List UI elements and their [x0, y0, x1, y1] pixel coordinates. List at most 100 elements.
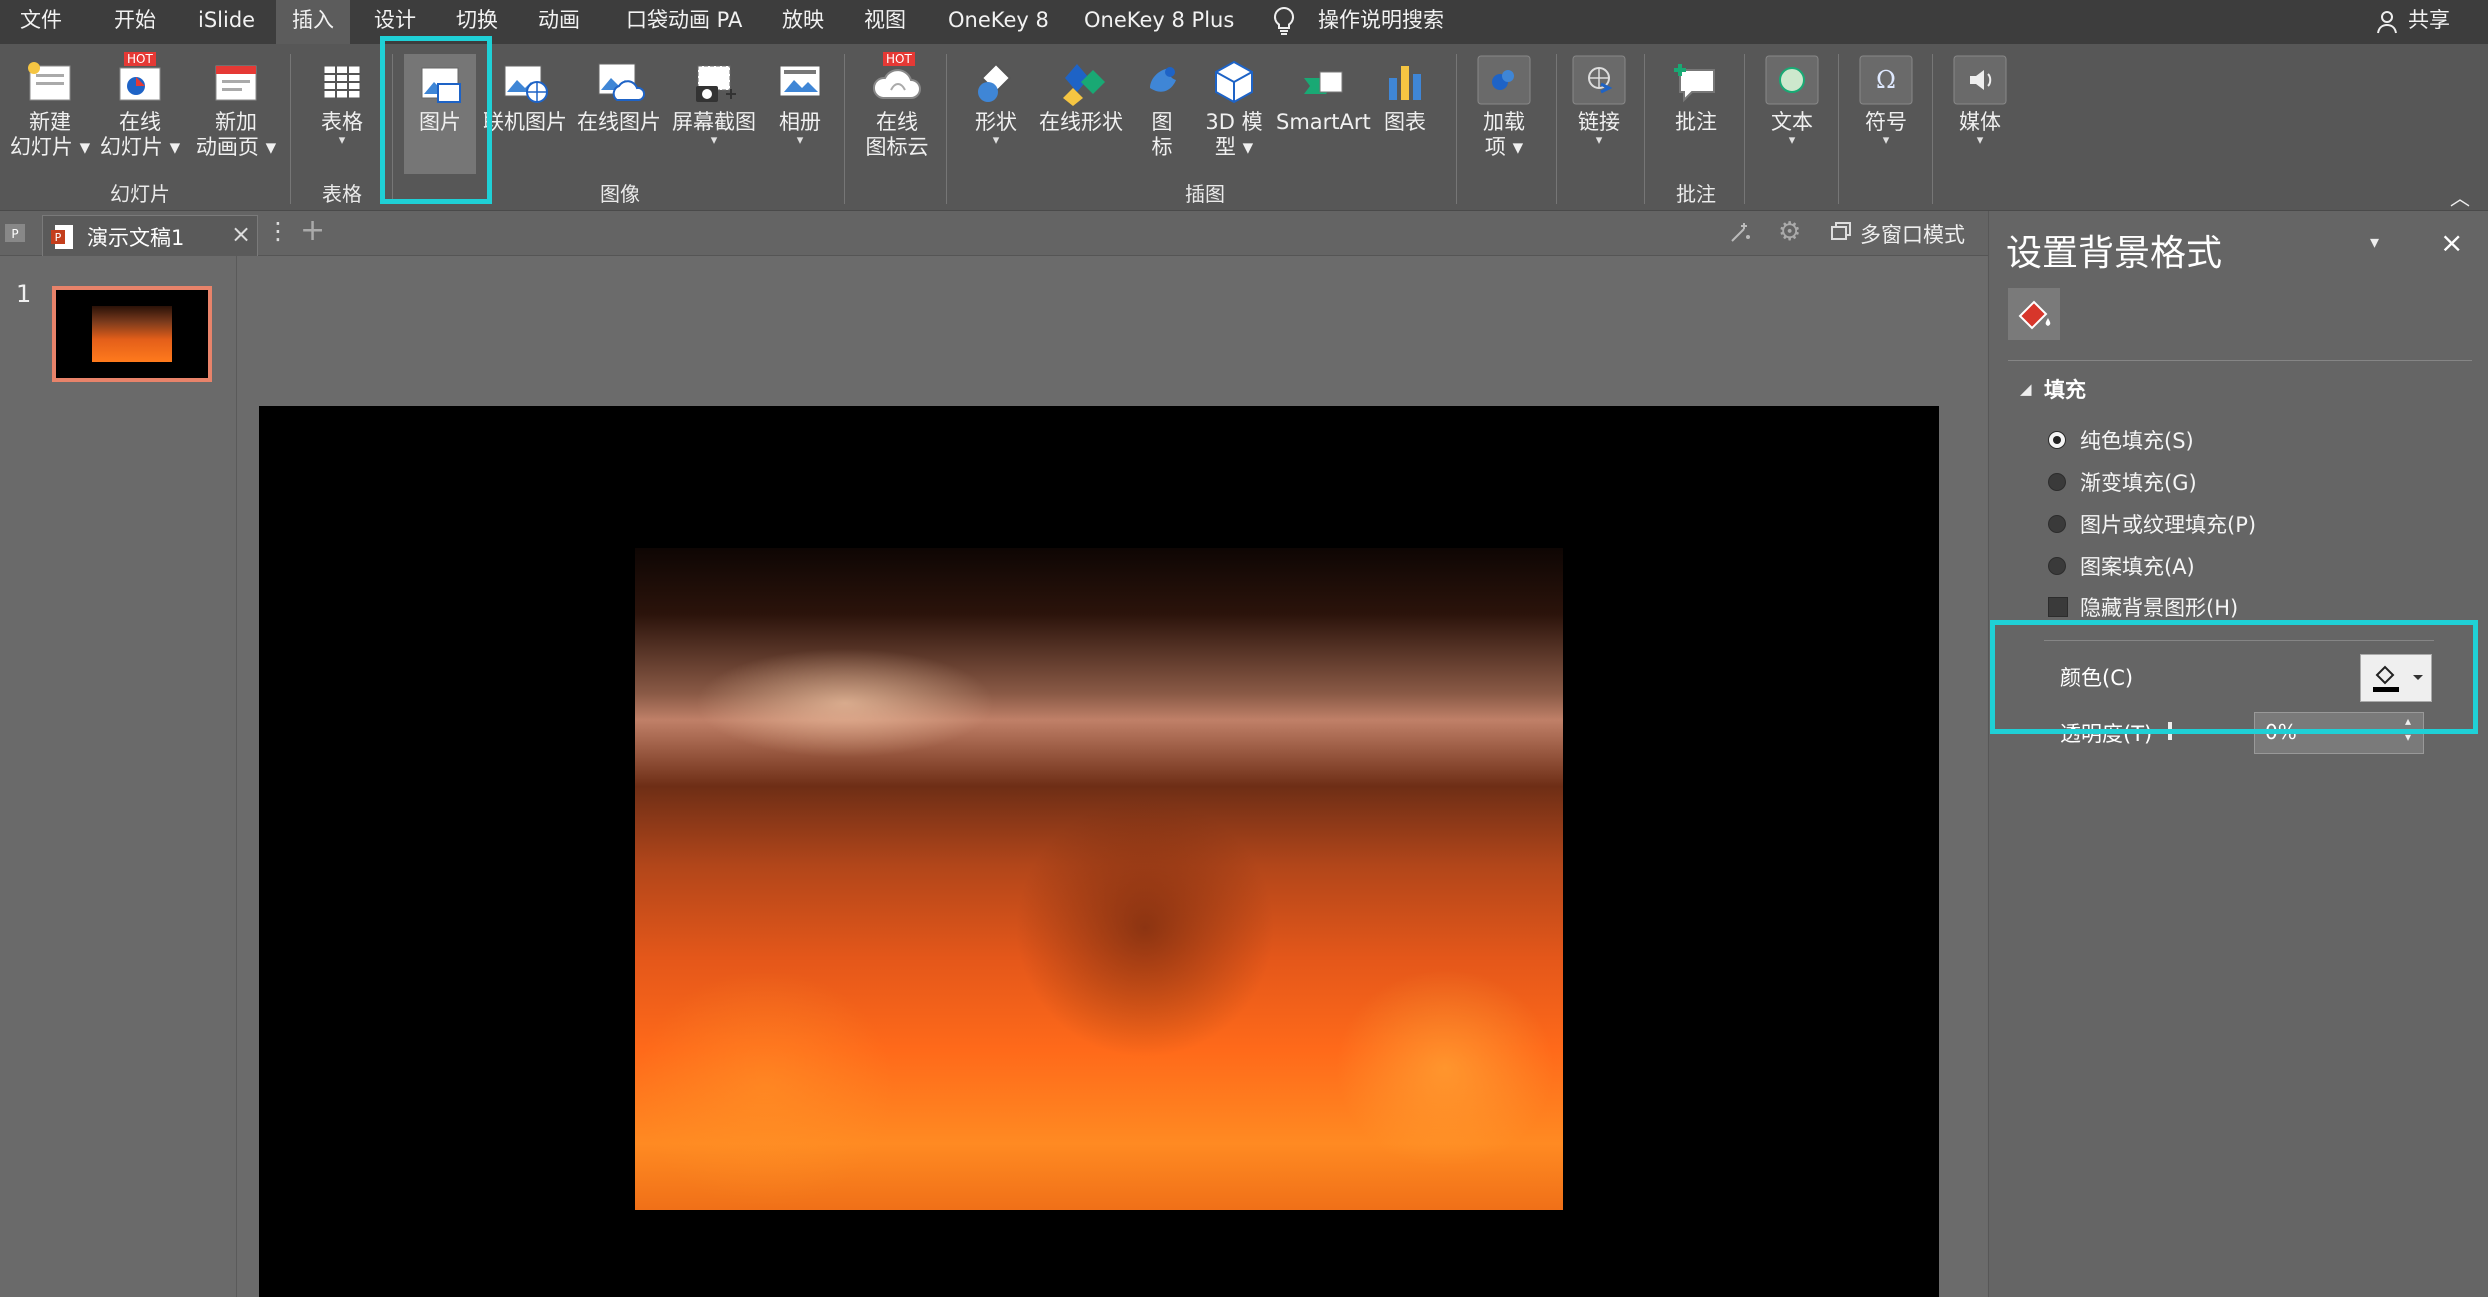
picture-texture-fill-option[interactable]: 图片或纹理填充(P): [2048, 510, 2256, 540]
close-tab-icon[interactable]: ×: [231, 220, 251, 248]
chevron-down-icon: ▾: [72, 135, 91, 159]
chart-button[interactable]: 图表: [1372, 58, 1438, 135]
album-button[interactable]: 相册 ▾: [764, 58, 836, 147]
icon-cloud-button[interactable]: HOT 在线 图标云: [852, 52, 942, 160]
comment-icon: [1674, 64, 1715, 103]
group-label-image: 图像: [600, 182, 640, 206]
gear-icon[interactable]: ⚙: [1778, 217, 1801, 247]
collapse-triangle-icon[interactable]: ◢: [2020, 380, 2032, 398]
menu-pocket-anim[interactable]: 口袋动画 PA: [626, 0, 742, 44]
pane-options-chevron-icon[interactable]: ▾: [2370, 232, 2379, 253]
group-label-slides: 幻灯片: [110, 182, 170, 206]
transparency-input[interactable]: 0% ▴ ▾: [2254, 712, 2424, 754]
ribbon-separator: [1456, 54, 1457, 204]
linked-picture-button[interactable]: 联机图片: [480, 58, 570, 135]
smartart-button[interactable]: SmartArt: [1276, 58, 1371, 135]
hide-background-label: 隐藏背景图形(H): [2080, 596, 2239, 620]
picture-label: 图片: [419, 110, 461, 134]
tell-me-search[interactable]: 操作说明搜索: [1318, 0, 1444, 44]
album-icon: [779, 65, 821, 97]
icons-button[interactable]: 图 标: [1134, 58, 1190, 160]
comment-button[interactable]: 批注: [1654, 58, 1738, 135]
svg-text:P: P: [11, 227, 18, 241]
menu-onekey8plus[interactable]: OneKey 8 Plus: [1084, 0, 1234, 44]
collapse-ribbon-icon[interactable]: ︿: [2450, 182, 2470, 211]
magic-icon[interactable]: [1726, 219, 1754, 251]
gradient-fill-option[interactable]: 渐变填充(G): [2048, 468, 2197, 498]
3d-model-button[interactable]: 3D 模 型 ▾: [1196, 58, 1272, 160]
online-shapes-label: 在线形状: [1039, 110, 1123, 134]
online-shapes-icon: [1063, 64, 1105, 106]
chevron-down-icon: ▾: [992, 133, 1000, 148]
multi-window-mode-button[interactable]: 多窗口模式: [1860, 219, 1965, 249]
pattern-fill-option[interactable]: 图案填充(A): [2048, 552, 2195, 582]
menu-file[interactable]: 文件: [20, 0, 62, 44]
pattern-fill-label: 图案填充(A): [2080, 555, 2195, 579]
spinner-icon[interactable]: ▴ ▾: [2405, 713, 2411, 745]
menu-onekey8[interactable]: OneKey 8: [948, 0, 1049, 44]
symbol-label: 符号: [1865, 110, 1907, 134]
menu-view[interactable]: 视图: [864, 0, 906, 44]
pane-title: 设置背景格式: [2006, 233, 2223, 274]
table-button[interactable]: 表格 ▾: [300, 58, 384, 147]
fire-picture[interactable]: [635, 548, 1563, 1210]
media-button[interactable]: 媒体 ▾: [1942, 54, 2018, 147]
fill-section-header[interactable]: 填充: [2044, 374, 2086, 404]
menu-design[interactable]: 设计: [374, 0, 416, 44]
radio-selected[interactable]: [2048, 431, 2066, 449]
radio[interactable]: [2048, 515, 2066, 533]
tab-document[interactable]: P 演示文稿1 ×: [42, 215, 258, 256]
table-label: 表格: [321, 110, 363, 134]
slide-canvas[interactable]: [259, 406, 1939, 1297]
ribbon: 新建 幻灯片 ▾ HOT 在线 幻灯片 ▾ 新加 动画页 ▾ 幻灯片 表格 ▾ …: [0, 44, 2488, 211]
close-pane-icon[interactable]: ×: [2440, 226, 2463, 259]
solid-fill-label: 纯色填充(S): [2080, 429, 2194, 453]
share-button[interactable]: 共享: [2408, 0, 2450, 44]
online-shapes-button[interactable]: 在线形状: [1034, 58, 1128, 135]
online-picture-button[interactable]: 在线图片: [574, 58, 664, 135]
tab-document-label: 演示文稿1: [87, 226, 185, 250]
solid-fill-option[interactable]: 纯色填充(S): [2048, 426, 2194, 456]
addins-button[interactable]: 加载 项 ▾: [1466, 54, 1542, 160]
pane-divider: [2044, 640, 2434, 641]
menu-transitions[interactable]: 切换: [456, 0, 498, 44]
new-tab-icon[interactable]: +: [300, 213, 325, 248]
tab-menu-icon[interactable]: ⋮: [266, 217, 290, 245]
ribbon-separator: [1744, 54, 1745, 204]
screenshot-label: 屏幕截图: [672, 110, 756, 134]
transparency-slider-thumb[interactable]: [2168, 722, 2172, 740]
ribbon-separator: [844, 54, 845, 204]
online-picture-label: 在线图片: [577, 110, 661, 134]
transparency-label: 透明度(T): [2060, 722, 2153, 746]
menu-slideshow[interactable]: 放映: [782, 0, 824, 44]
fill-tab-button[interactable]: [2008, 288, 2060, 340]
new-anim-page-button[interactable]: 新加 动画页 ▾: [188, 58, 284, 160]
screenshot-button[interactable]: 屏幕截图 ▾: [668, 58, 760, 147]
color-picker-button[interactable]: [2360, 654, 2432, 702]
shapes-icon: [978, 62, 1012, 102]
ribbon-separator: [290, 54, 291, 204]
hide-background-graphics[interactable]: 隐藏背景图形(H): [2048, 593, 2238, 623]
shapes-label: 形状: [975, 110, 1017, 134]
hot-badge: HOT: [883, 52, 915, 66]
slide-thumbnail[interactable]: [52, 286, 212, 382]
menu-islide[interactable]: iSlide: [198, 0, 255, 44]
radio[interactable]: [2048, 557, 2066, 575]
menu-home[interactable]: 开始: [114, 0, 156, 44]
text-button[interactable]: 文本 ▾: [1754, 54, 1830, 147]
new-slide-button[interactable]: 新建 幻灯片 ▾: [8, 58, 92, 160]
smartart-label: SmartArt: [1276, 110, 1371, 134]
online-slide-button[interactable]: HOT 在线 幻灯片 ▾: [98, 52, 182, 160]
radio[interactable]: [2048, 473, 2066, 491]
link-button[interactable]: 链接 ▾: [1562, 54, 1636, 147]
app-icon: P: [4, 221, 30, 249]
text-label: 文本: [1771, 110, 1813, 134]
picture-button[interactable]: 图片: [404, 54, 476, 174]
symbol-button[interactable]: Ω 符号 ▾: [1848, 54, 1924, 147]
shapes-button[interactable]: 形状 ▾: [956, 58, 1036, 147]
checkbox[interactable]: [2048, 597, 2068, 617]
hot-badge: HOT: [124, 52, 156, 66]
menu-animations[interactable]: 动画: [538, 0, 580, 44]
menu-insert[interactable]: 插入: [276, 0, 350, 44]
symbol-icon: Ω: [1859, 55, 1913, 105]
